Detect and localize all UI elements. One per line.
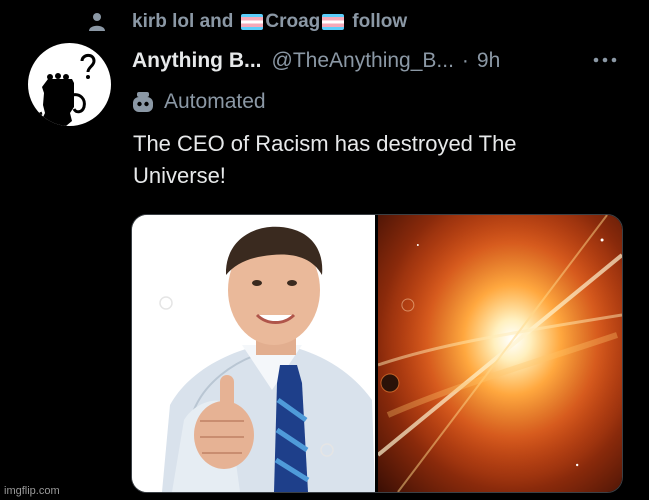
social-context-part2: Croag (265, 11, 321, 32)
tweet-text-line1: The CEO of Racism has destroyed The (133, 131, 517, 156)
tweet-time[interactable]: 9h (477, 49, 500, 73)
automated-label[interactable]: Automated (164, 90, 266, 114)
media-grid (131, 214, 623, 493)
person-icon (89, 13, 105, 31)
tweet-text: The CEO of Racism has destroyed The Univ… (133, 128, 603, 192)
universe-explosion-illustration (378, 215, 622, 492)
transgender-flag-icon (322, 14, 345, 30)
display-name[interactable]: Anything B... (132, 49, 262, 73)
universe-explosion-photo[interactable] (378, 215, 622, 492)
businessman-illustration (132, 215, 375, 492)
robot-icon (133, 92, 153, 112)
user-handle[interactable]: @TheAnything_B... (272, 49, 454, 73)
tweet-header: Anything B... @TheAnything_B... · 9h (132, 46, 619, 76)
social-context-part1: kirb lol and (132, 11, 234, 32)
transgender-flag-icon (241, 14, 264, 30)
imgflip-watermark: imgflip.com (4, 485, 60, 497)
social-context-text[interactable]: kirb lol and Croag follow (132, 11, 407, 33)
separator-dot: · (461, 49, 469, 72)
avatar[interactable] (28, 43, 111, 126)
businessman-thumbs-up-photo[interactable] (132, 215, 375, 492)
social-context: kirb lol and Croag follow (88, 8, 407, 36)
social-context-part3: follow (352, 11, 408, 32)
automated-label-row: Automated (132, 88, 266, 116)
tweet-text-line2: Universe! (133, 163, 226, 188)
spongebob-silhouette-avatar (34, 53, 96, 126)
more-dots-icon[interactable] (591, 50, 619, 70)
